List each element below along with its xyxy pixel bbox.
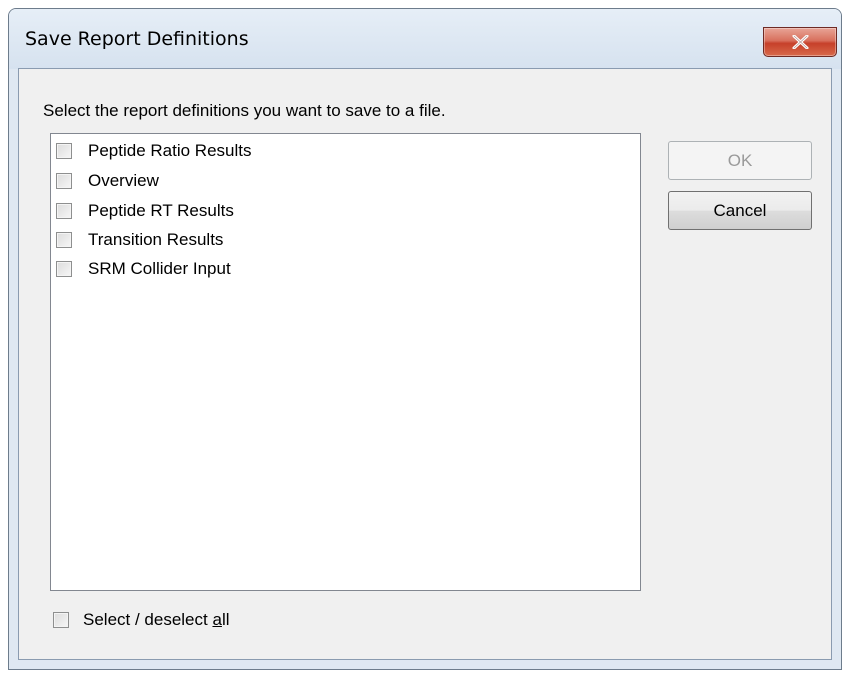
title-bar[interactable]: Save Report Definitions: [9, 9, 841, 69]
dialog-title: Save Report Definitions: [25, 28, 249, 50]
overview-checkbox[interactable]: [56, 173, 72, 189]
list-item-transition-results[interactable]: Transition Results: [56, 227, 223, 253]
list-item-overview[interactable]: Overview: [56, 168, 159, 194]
list-item-peptide-ratio-results[interactable]: Peptide Ratio Results: [56, 138, 251, 164]
ok-button[interactable]: OK: [668, 141, 812, 180]
list-item-label: SRM Collider Input: [88, 259, 231, 278]
list-item-srm-collider-input[interactable]: SRM Collider Input: [56, 256, 231, 282]
srm-collider-input-checkbox[interactable]: [56, 261, 72, 277]
list-item-peptide-rt-results[interactable]: Peptide RT Results: [56, 198, 234, 224]
select-all-toggle[interactable]: Select / deselect all: [53, 607, 230, 633]
list-item-label: Peptide Ratio Results: [88, 141, 252, 160]
instruction-label: Select the report definitions you want t…: [43, 101, 446, 120]
peptide-rt-results-checkbox[interactable]: [56, 203, 72, 219]
list-item-label: Transition Results: [88, 230, 224, 249]
close-x-icon: [792, 35, 809, 49]
list-item-label: Overview: [88, 171, 159, 190]
select-all-label: Select / deselect all: [83, 610, 230, 629]
report-definitions-list[interactable]: Peptide Ratio Results Overview Peptide R…: [50, 133, 641, 591]
select-all-checkbox[interactable]: [53, 612, 69, 628]
transition-results-checkbox[interactable]: [56, 232, 72, 248]
close-button[interactable]: [763, 27, 837, 57]
dialog-client-area: Select the report definitions you want t…: [18, 68, 832, 660]
peptide-ratio-results-checkbox[interactable]: [56, 143, 72, 159]
save-report-definitions-dialog: Save Report Definitions Select the repor…: [8, 8, 842, 670]
list-item-label: Peptide RT Results: [88, 201, 234, 220]
cancel-button[interactable]: Cancel: [668, 191, 812, 230]
